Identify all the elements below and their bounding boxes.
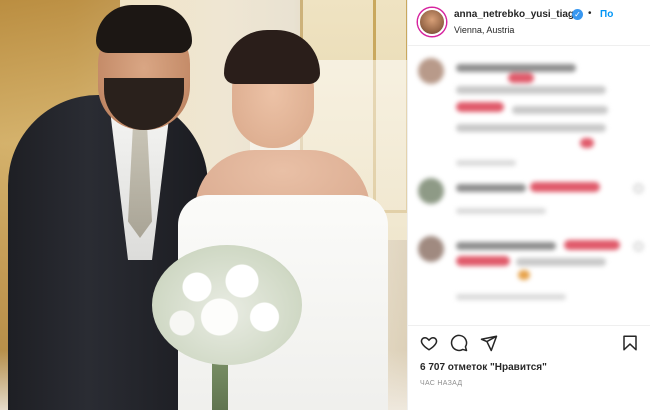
comment-emoji: [564, 240, 620, 250]
share-icon[interactable]: [480, 334, 498, 352]
heart-icon[interactable]: [420, 334, 438, 352]
comment-item: [418, 236, 643, 316]
comment-meta: [456, 208, 546, 214]
comment-text-line: [456, 184, 526, 192]
comment-meta: [456, 160, 516, 166]
comment-item: [418, 178, 643, 238]
comment-emoji: [530, 182, 600, 192]
comment-icon[interactable]: [450, 334, 468, 352]
comment-text-line: [456, 124, 606, 132]
follow-button[interactable]: По: [600, 9, 613, 20]
comment-item: [418, 58, 643, 178]
comment-text-line: [456, 86, 606, 94]
comment-emoji: [456, 256, 510, 266]
comment-like-icon[interactable]: [634, 242, 643, 251]
comment-emoji: [456, 102, 504, 112]
post-actions-bar: [408, 325, 650, 355]
separator-dot: •: [588, 8, 592, 19]
comment-emoji: [508, 73, 534, 83]
verified-badge-icon: ✓: [572, 9, 583, 20]
post-side-panel: anna_netrebko_yusi_tiago ✓ • По Vienna, …: [407, 0, 650, 410]
comment-avatar[interactable]: [418, 236, 444, 262]
location-link[interactable]: Vienna, Austria: [454, 25, 514, 35]
comment-meta: [456, 294, 566, 300]
comment-text-line: [456, 64, 576, 72]
comments-list[interactable]: [408, 48, 650, 320]
comment-text-line: [512, 106, 608, 114]
profile-avatar[interactable]: [418, 8, 446, 36]
comment-text-line: [456, 242, 556, 250]
post-timestamp[interactable]: ЧАС НАЗАД: [420, 380, 462, 387]
bookmark-icon[interactable]: [621, 334, 639, 352]
comment-emoji: [580, 138, 594, 148]
comment-like-icon[interactable]: [634, 184, 643, 193]
comment-avatar[interactable]: [418, 178, 444, 204]
groom-hair: [96, 5, 192, 53]
likes-count[interactable]: 6 707 отметок "Нравится": [420, 362, 547, 373]
post-photo[interactable]: [0, 0, 407, 410]
comment-text-line: [516, 258, 606, 266]
bouquet: [152, 245, 302, 365]
comment-avatar[interactable]: [418, 58, 444, 84]
comment-emoji: [518, 270, 530, 280]
username-link[interactable]: anna_netrebko_yusi_tiago: [454, 9, 580, 20]
post-header: anna_netrebko_yusi_tiago ✓ • По Vienna, …: [408, 0, 650, 46]
